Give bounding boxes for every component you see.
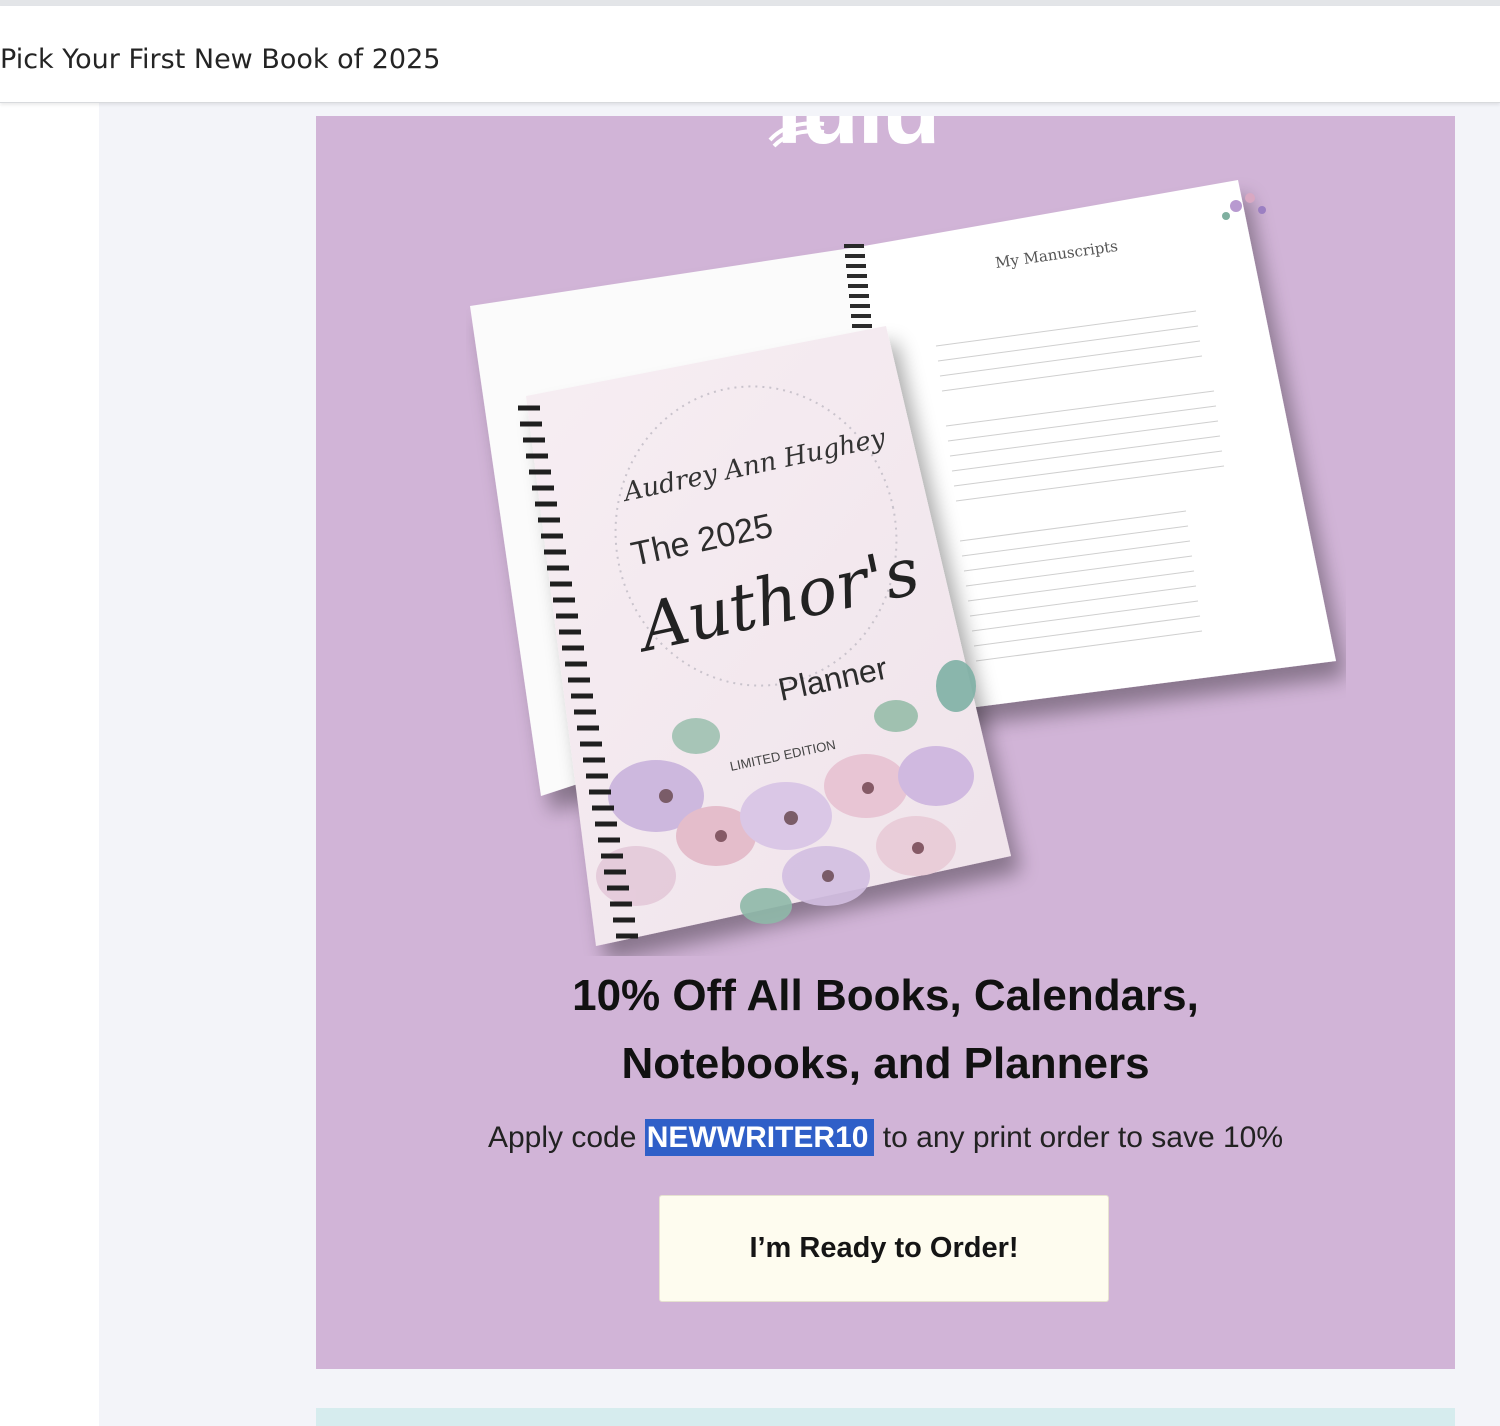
promo-code-line: Apply code NEWWRITER10 to any print orde… [316,1116,1455,1160]
code-suffix: to any print order to save 10% [874,1121,1284,1154]
reading-pane-gutter [0,103,99,1426]
logo-swoosh-icon [768,121,825,148]
promo-headline: 10% Off All Books, Calendars, Notebooks,… [316,962,1455,1098]
headline-line-2: Notebooks, and Planners [621,1039,1150,1088]
planner-product-image: My Manuscripts Audrey Ann Hughey The 202… [470,180,1336,946]
lulu-logo: lulu [768,116,941,166]
subject-header: Pick Your First New Book of 2025 [0,6,1500,103]
next-email-section [316,1408,1455,1426]
headline-line-1: 10% Off All Books, Calendars, [572,971,1199,1020]
promo-code[interactable]: NEWWRITER10 [644,1119,875,1156]
code-prefix: Apply code [487,1121,645,1154]
order-now-button[interactable]: I’m Ready to Order! [659,1195,1109,1302]
email-subject: Pick Your First New Book of 2025 [0,44,441,75]
promo-banner: lulu [316,116,1455,1369]
